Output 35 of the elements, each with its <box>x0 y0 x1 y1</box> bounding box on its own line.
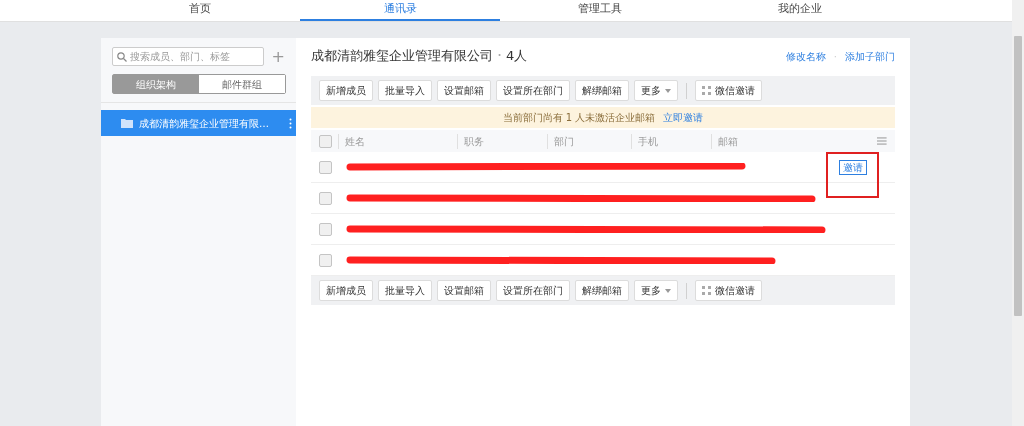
nav-tab[interactable]: 首页 <box>100 0 300 21</box>
invite-link[interactable]: 立即邀请 <box>663 110 704 125</box>
header-link[interactable]: 修改名称 <box>785 48 826 64</box>
toolbar-button[interactable]: 设置邮箱 <box>437 80 491 101</box>
header-link[interactable]: 添加子部门 <box>845 48 895 64</box>
toolbar-button[interactable]: 设置所在部门 <box>496 80 570 101</box>
toolbar-button[interactable]: 新增成员 <box>319 80 373 101</box>
column-header: 手机 <box>630 133 705 149</box>
notice-text: 当前部门尚有 1 人未激活企业邮箱 <box>502 111 656 125</box>
toolbar-button[interactable]: 新增成员 <box>319 280 373 301</box>
more-dropdown[interactable]: 更多 <box>634 80 678 101</box>
column-header: 姓名 <box>338 133 451 149</box>
column-header: 邮箱 <box>710 133 878 149</box>
toolbar-button[interactable]: 设置邮箱 <box>437 280 491 301</box>
member-count: 4人 <box>506 47 528 66</box>
nav-tab[interactable]: 通讯录 <box>300 0 500 21</box>
toolbar-button[interactable]: 批量导入 <box>378 80 432 101</box>
search-field[interactable]: 搜索成员、部门、标签 <box>112 47 264 66</box>
invite-button[interactable]: 邀请 <box>838 160 867 175</box>
department-title: 成都清韵雅玺企业管理有限公司 <box>311 47 493 66</box>
segment-tab[interactable]: 邮件群组 <box>199 75 285 93</box>
toolbar-button[interactable]: 解绑邮箱 <box>575 280 629 301</box>
nav-tab[interactable]: 管理工具 <box>500 0 700 21</box>
toolbar-button[interactable]: 设置所在部门 <box>496 280 570 301</box>
nav-tab[interactable]: 我的企业 <box>700 0 900 21</box>
column-header: 部门 <box>547 133 625 149</box>
department-name: 成都清韵雅玺企业管理有限… <box>139 116 270 131</box>
separator-dot: · <box>833 49 837 64</box>
toolbar-button[interactable]: 微信邀请 <box>695 280 762 301</box>
toolbar-button[interactable]: 批量导入 <box>378 280 432 301</box>
toolbar-button[interactable]: 微信邀请 <box>695 80 762 101</box>
separator-dot: · <box>497 45 503 67</box>
more-dropdown[interactable]: 更多 <box>634 280 678 301</box>
column-header: 职务 <box>456 133 542 149</box>
toolbar-button[interactable]: 解绑邮箱 <box>575 80 629 101</box>
